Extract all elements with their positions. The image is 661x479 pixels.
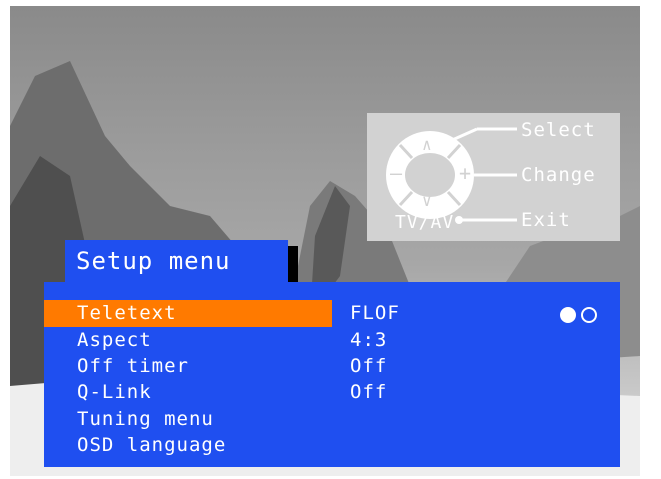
setup-menu: Teletext FLOF Aspect 4:3 Off timer Off Q…: [44, 282, 620, 467]
menu-item-q-link[interactable]: Q-Link: [44, 379, 332, 406]
change-hint-label: Change: [521, 164, 596, 186]
menu-item-label: OSD language: [77, 434, 227, 456]
exit-hint-label: Exit: [521, 209, 571, 231]
menu-item-label: Aspect: [77, 329, 152, 351]
page-title: Setup menu: [76, 247, 231, 275]
remote-control-hint-panel: ∧ ∨ – + Select Change Exit TV/AV: [367, 113, 620, 241]
menu-title-box: Setup menu: [65, 240, 288, 282]
off-timer-value: Off: [350, 355, 388, 377]
minus-icon: –: [390, 161, 404, 185]
page-dot-inactive: [581, 306, 597, 323]
menu-item-aspect[interactable]: Aspect: [44, 327, 332, 354]
menu-item-label: Teletext: [77, 302, 177, 324]
menu-item-osd-language[interactable]: OSD language: [44, 432, 332, 459]
menu-item-label: Off timer: [77, 355, 189, 377]
menu-item-teletext[interactable]: Teletext: [44, 300, 332, 327]
teletext-value: FLOF: [350, 302, 400, 324]
page-dot-active: [560, 306, 576, 323]
menu-item-label: Q-Link: [77, 381, 152, 403]
menu-item-label: Tuning menu: [77, 408, 214, 430]
menu-item-tuning-menu[interactable]: Tuning menu: [44, 406, 332, 433]
aspect-value: 4:3: [350, 329, 388, 351]
select-hint-label: Select: [521, 119, 596, 141]
up-arrow-icon: ∧: [422, 135, 433, 154]
down-arrow-icon: ∨: [422, 191, 433, 210]
tvav-button-label: TV/AV: [395, 212, 455, 233]
q-link-value: Off: [350, 381, 388, 403]
plus-icon: +: [459, 161, 473, 185]
page-indicator: [560, 304, 602, 324]
menu-item-off-timer[interactable]: Off timer: [44, 353, 332, 380]
